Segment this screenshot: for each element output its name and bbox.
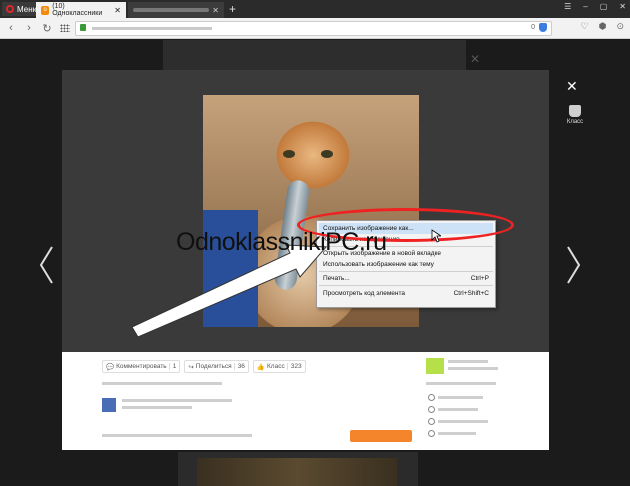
shield-icon[interactable] — [539, 23, 547, 32]
download-icon[interactable]: ⊙ — [616, 21, 624, 32]
watermark-text: OdnoklassnikiPC.ru — [176, 228, 387, 256]
blurred-url — [92, 27, 212, 30]
background-photo — [197, 458, 397, 486]
comment-icon: 💬 — [106, 363, 115, 371]
toolbar-right: ♡ ⬢ ⊙ — [581, 21, 624, 32]
blurred-text — [438, 432, 476, 435]
photo-actions: 💬 Комментировать 1 ↪ Поделиться 36 👍 Кла… — [102, 360, 306, 373]
context-item-shortcut: Ctrl+Shift+C — [453, 290, 489, 297]
side-option-icon[interactable] — [428, 394, 435, 401]
badge-count: 0 — [531, 24, 535, 31]
forward-icon[interactable]: › — [22, 22, 36, 34]
side-option-icon[interactable] — [428, 406, 435, 413]
album-thumbnail[interactable] — [426, 358, 444, 374]
context-item-shortcut: Ctrl+P — [470, 275, 489, 282]
share-label: Поделиться — [195, 363, 232, 370]
reload-icon[interactable]: ↻ — [40, 22, 54, 35]
background-page — [163, 40, 466, 70]
thumbs-up-icon — [569, 105, 581, 117]
heart-icon[interactable]: ♡ — [581, 21, 589, 32]
share-count: 36 — [233, 363, 245, 370]
speed-dial-icon[interactable] — [60, 24, 70, 32]
avatar[interactable] — [102, 398, 116, 412]
blurred-text — [426, 382, 496, 385]
klass-button[interactable]: 👍 Класс 323 — [252, 360, 306, 373]
side-option-icon[interactable] — [428, 430, 435, 437]
back-icon[interactable]: ‹ — [4, 22, 18, 34]
opera-logo-icon — [6, 5, 14, 13]
tab-odnoklassniki[interactable]: o (10) Одноклассники ✕ — [36, 2, 126, 18]
blurred-text — [448, 367, 498, 370]
blurred-text — [122, 399, 232, 402]
maximize-button[interactable]: ▢ — [600, 2, 608, 11]
lock-icon — [80, 24, 86, 31]
side-option-icon[interactable] — [428, 418, 435, 425]
viewer-close-icon[interactable]: ✕ — [566, 78, 578, 95]
new-tab-button[interactable]: + — [229, 2, 236, 16]
minimize-button[interactable]: – — [583, 2, 587, 11]
address-bar-extras: 0 — [531, 23, 547, 32]
share-button[interactable]: ↪ Поделиться 36 — [184, 360, 249, 373]
blurred-orange-button[interactable] — [350, 430, 412, 442]
klass-label: Класс — [267, 363, 285, 370]
tab-blurred[interactable]: ✕ — [128, 2, 224, 18]
blurred-comment-input[interactable] — [102, 434, 252, 437]
klass-side-button[interactable]: Класс — [566, 105, 584, 125]
filter-icon[interactable]: ☰ — [564, 2, 571, 11]
close-window-button[interactable]: ✕ — [619, 2, 626, 11]
klass-side-label: Класс — [566, 119, 584, 125]
blurred-text — [448, 360, 488, 363]
blurred-text — [438, 420, 488, 423]
klass-count: 323 — [286, 363, 302, 370]
blurred-tab-title — [133, 8, 210, 12]
comment-button[interactable]: 💬 Комментировать 1 — [102, 360, 181, 373]
tab-close-icon[interactable]: ✕ — [114, 6, 121, 15]
address-bar[interactable]: 0 — [75, 21, 552, 36]
blurred-text — [438, 396, 483, 399]
tab-close-icon[interactable]: ✕ — [212, 6, 219, 15]
prev-arrow-icon[interactable] — [38, 245, 54, 285]
next-arrow-icon[interactable] — [566, 245, 582, 285]
share-icon: ↪ — [188, 363, 194, 371]
photo-info-panel: 💬 Комментировать 1 ↪ Поделиться 36 👍 Кла… — [62, 352, 549, 450]
blurred-text — [102, 382, 222, 385]
thumbs-up-icon: 👍 — [256, 363, 266, 371]
blurred-text — [122, 406, 192, 409]
window-controls: ☰ – ▢ ✕ — [564, 2, 626, 11]
ok-favicon-icon: o — [41, 5, 50, 15]
comment-label: Комментировать — [116, 363, 167, 370]
tab-bar: Меню o (10) Одноклассники ✕ ✕ + ☰ – ▢ ✕ — [0, 0, 630, 18]
blurred-text — [438, 408, 478, 411]
mouse-cursor-icon — [431, 229, 441, 243]
cat-eye — [283, 150, 295, 158]
cat-eye — [321, 150, 333, 158]
browser-chrome: Меню o (10) Одноклассники ✕ ✕ + ☰ – ▢ ✕ … — [0, 0, 630, 39]
background-close-icon: ✕ — [470, 52, 481, 66]
tab-title: (10) Одноклассники — [52, 3, 103, 17]
extension-icon[interactable]: ⬢ — [599, 21, 607, 32]
comment-count: 1 — [168, 363, 176, 370]
